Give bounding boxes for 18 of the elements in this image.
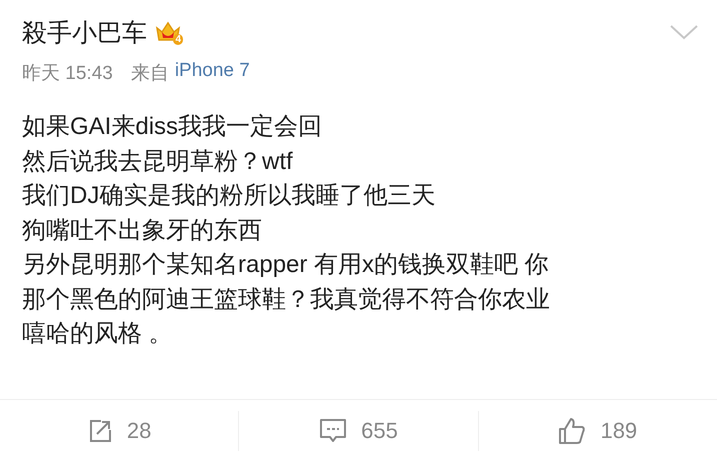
source-label: 来自 — [130, 62, 169, 86]
source-link[interactable]: iPhone 7 — [174, 60, 250, 86]
chevron-down-icon[interactable] — [669, 24, 699, 40]
post-text-line: 如果GAI来diss我我一定会回 — [22, 112, 324, 142]
post-text-line: 嘻哈的风格 。 — [22, 319, 174, 349]
thumbs-up-icon — [558, 417, 586, 445]
repost-action[interactable]: 28 — [0, 411, 238, 451]
comment-icon — [319, 418, 348, 444]
post-text-line: 我们DJ确实是我的粉所以我睡了他三天 — [22, 181, 436, 211]
post-text-line: 狗嘴吐不出象牙的东西 — [22, 216, 263, 246]
vip-crown-badge: 4 — [155, 20, 181, 44]
post-text-line: 另外昆明那个某知名rapper 有用x的钱换双鞋吧 你 — [22, 250, 550, 280]
like-action[interactable]: 189 — [478, 411, 717, 451]
post-text-line: 那个黑色的阿迪王篮球鞋？我真觉得不符合你农业 — [22, 284, 551, 314]
author-name[interactable]: 殺手小巴车 — [22, 16, 147, 48]
post-time: 昨天 15:43 — [22, 62, 113, 86]
post-text-line: 然后说我去昆明草粉？wtf — [22, 146, 294, 176]
comment-action[interactable]: 655 — [238, 411, 478, 451]
